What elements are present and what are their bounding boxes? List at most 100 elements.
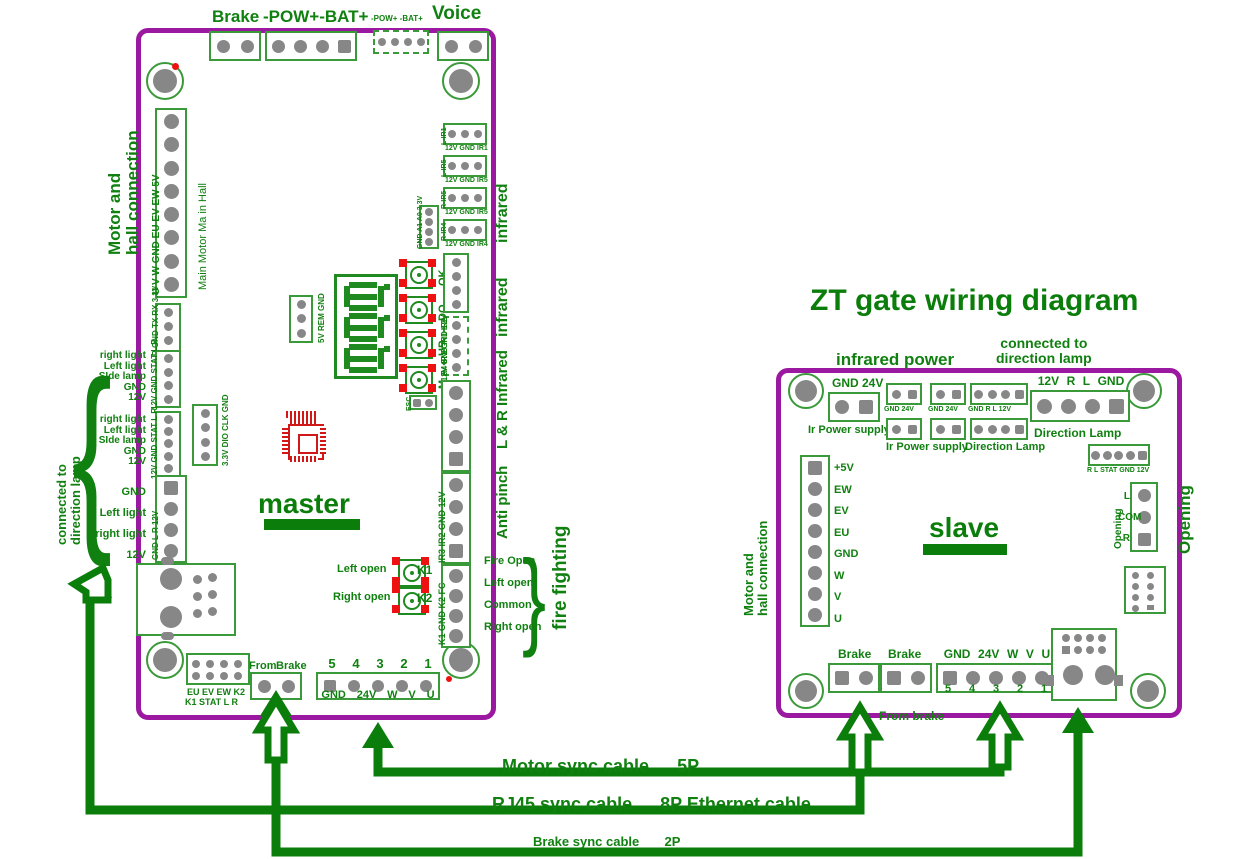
lr-infrared-label: L & R Infrared	[494, 350, 511, 449]
relay-module	[136, 563, 236, 636]
master-name-underline	[264, 519, 360, 530]
module-tab	[1114, 675, 1123, 686]
chip-legs	[290, 456, 318, 462]
infrared-label-2: infrared	[494, 277, 511, 337]
button-pad	[399, 349, 407, 357]
button-pad	[428, 314, 436, 322]
header-pin	[1132, 583, 1139, 590]
brake-label: Brake	[212, 7, 260, 26]
motor-sync-label: Motor sync cable	[502, 756, 650, 776]
lamp2-pin-labels: 12V GND STAT L R	[150, 407, 159, 479]
fire-fighting-label: fire fighting	[550, 525, 571, 630]
voice-connector	[437, 31, 489, 61]
display-segment	[349, 305, 377, 311]
direction-lamp-connector-big	[1030, 390, 1130, 422]
motor-numbers-master: 5 4 3 2 1	[320, 657, 440, 671]
main-motor-pin: GND	[151, 238, 162, 264]
motor-number: 3	[376, 656, 384, 671]
module-tab	[1045, 675, 1054, 686]
main-motor-pin: EW	[151, 186, 162, 206]
chip-legs	[290, 418, 318, 424]
main-motor-pin: EU	[151, 221, 162, 239]
slave-motor-pin-labels: +5V EW EV EU GND W V U	[834, 458, 858, 630]
relay-k2-label: K2	[417, 591, 433, 605]
display-segment	[349, 336, 377, 342]
slave-motor-name: U	[1041, 647, 1051, 661]
relay-pin	[161, 632, 174, 640]
lamp-label: 12V	[128, 456, 146, 467]
button-pad	[399, 314, 407, 322]
button-pad	[428, 349, 436, 357]
relay-pin	[208, 607, 217, 616]
pow-bat-small-label: -POW+ -BAT+	[371, 14, 423, 23]
relay-pin	[208, 573, 217, 582]
motor-hall-connection-label: Motor and hall connection	[105, 130, 142, 255]
sync-header-row2: K1 STAT L R	[185, 697, 239, 707]
lamp-label: SIde lamp	[98, 435, 146, 446]
slave-expansion-header	[1124, 566, 1166, 614]
header-pin	[1132, 594, 1139, 601]
slave-motor-pin: EW	[834, 483, 852, 496]
mount-hole	[146, 641, 184, 679]
display-segment	[378, 327, 384, 338]
led-indicator	[446, 676, 452, 682]
main-motor-pin: V	[151, 275, 162, 285]
ir-power-connector-small-a	[886, 383, 922, 405]
address-pin-labels: GND A1 A0 3.3V	[417, 195, 424, 249]
wiring-diagram-canvas: ZT gate wiring diagram Brake -POW+-BAT+ …	[0, 0, 1236, 859]
dir-lamp-big-pins: 12V R L GND	[1034, 375, 1128, 388]
ir-power-supply-label-2: Ir Power supply	[886, 441, 968, 453]
rj45-sync-spec: 8P Ethernet cable	[660, 794, 811, 814]
stat-connector	[1088, 444, 1150, 466]
lamp-label: right light	[99, 414, 146, 425]
ir-power-supply-label-1: Ir Power supply	[808, 424, 890, 436]
button-pad	[428, 279, 436, 287]
slave-motor-number: 5	[944, 683, 952, 695]
lamp1-pin-labels: 12V GND STAT L R	[150, 338, 159, 410]
fire-pin-labels: K1 GND K2 FC	[437, 582, 447, 645]
lamp-label: 12V	[128, 392, 146, 403]
led-indicator	[172, 63, 179, 70]
slave-motor-number: 4	[968, 683, 976, 695]
slave-motor-name: V	[1025, 647, 1034, 661]
opening-pin: L	[1123, 491, 1130, 502]
relay-pin	[160, 568, 182, 590]
voice-label: Voice	[432, 3, 482, 24]
slave-motor-name: GND	[943, 647, 971, 661]
header-pin	[1132, 572, 1139, 579]
slave-motor-hall-connector	[800, 455, 830, 627]
ir4-pins: 12V GND IR4	[445, 241, 488, 248]
mount-hole	[788, 673, 824, 709]
lamp-label: right light	[95, 528, 146, 540]
slave-name-underline	[923, 544, 1007, 555]
slave-motor-line2: hall connection	[754, 520, 770, 616]
gnd24v-label: GND 24V	[832, 376, 884, 390]
motor-number: 2	[400, 656, 408, 671]
ir-power-connector-small-c	[886, 418, 922, 440]
button-pad	[399, 364, 407, 372]
ir-power-connector-small-d	[930, 418, 966, 440]
opening-pin: R	[1122, 533, 1130, 544]
relay-k1-label: K1	[417, 563, 433, 577]
lamp-group1-labels: right light Left light SIde lamp GND 12V	[82, 350, 146, 404]
header-pin	[206, 672, 214, 680]
lamp-label: SIde lamp	[98, 371, 146, 382]
header-pin	[192, 660, 200, 668]
header-pin	[1132, 605, 1139, 612]
ir-connector-l-ir5	[443, 155, 487, 177]
brake-connector	[209, 31, 261, 61]
small-gnd24v-b: GND 24V	[928, 406, 958, 413]
button-pad	[428, 329, 436, 337]
display-digit	[342, 344, 390, 373]
header-pin	[192, 672, 200, 680]
slave-motor-hall-label: Motor and hall connection	[741, 520, 770, 616]
ir-power-supply-connector-1	[828, 392, 880, 422]
motor-name: U	[426, 689, 435, 701]
motor-hall-line2: hall connection	[122, 130, 142, 255]
header-pin	[1147, 594, 1154, 601]
motor-name: GND	[321, 689, 346, 701]
button-pad	[428, 384, 436, 392]
mount-hole	[788, 373, 824, 409]
mount-hole	[442, 62, 480, 100]
relay-k1-function-label: Left open	[337, 563, 387, 575]
